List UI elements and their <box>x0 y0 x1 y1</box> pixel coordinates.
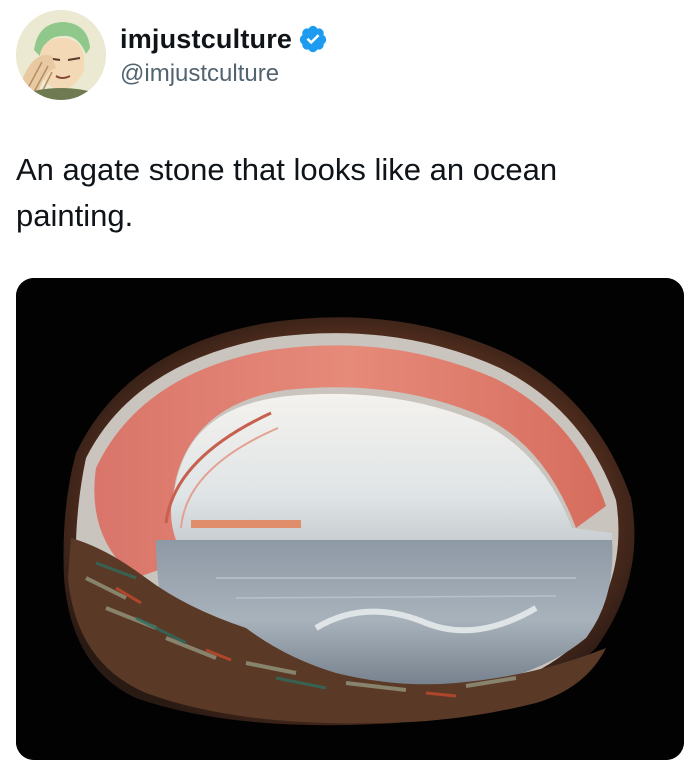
avatar[interactable] <box>16 10 106 100</box>
tweet-header: imjustculture @imjustculture <box>16 10 684 100</box>
avatar-illustration <box>16 10 106 100</box>
verified-badge-icon <box>300 25 327 53</box>
tweet-text: An agate stone that looks like an ocean … <box>16 152 558 233</box>
author-names: imjustculture @imjustculture <box>120 22 328 88</box>
agate-stone-photo <box>16 278 684 760</box>
display-name[interactable]: imjustculture <box>120 24 292 55</box>
tweet-media-image[interactable] <box>16 278 684 760</box>
handle[interactable]: @imjustculture <box>120 60 328 88</box>
display-name-row: imjustculture <box>120 22 328 56</box>
